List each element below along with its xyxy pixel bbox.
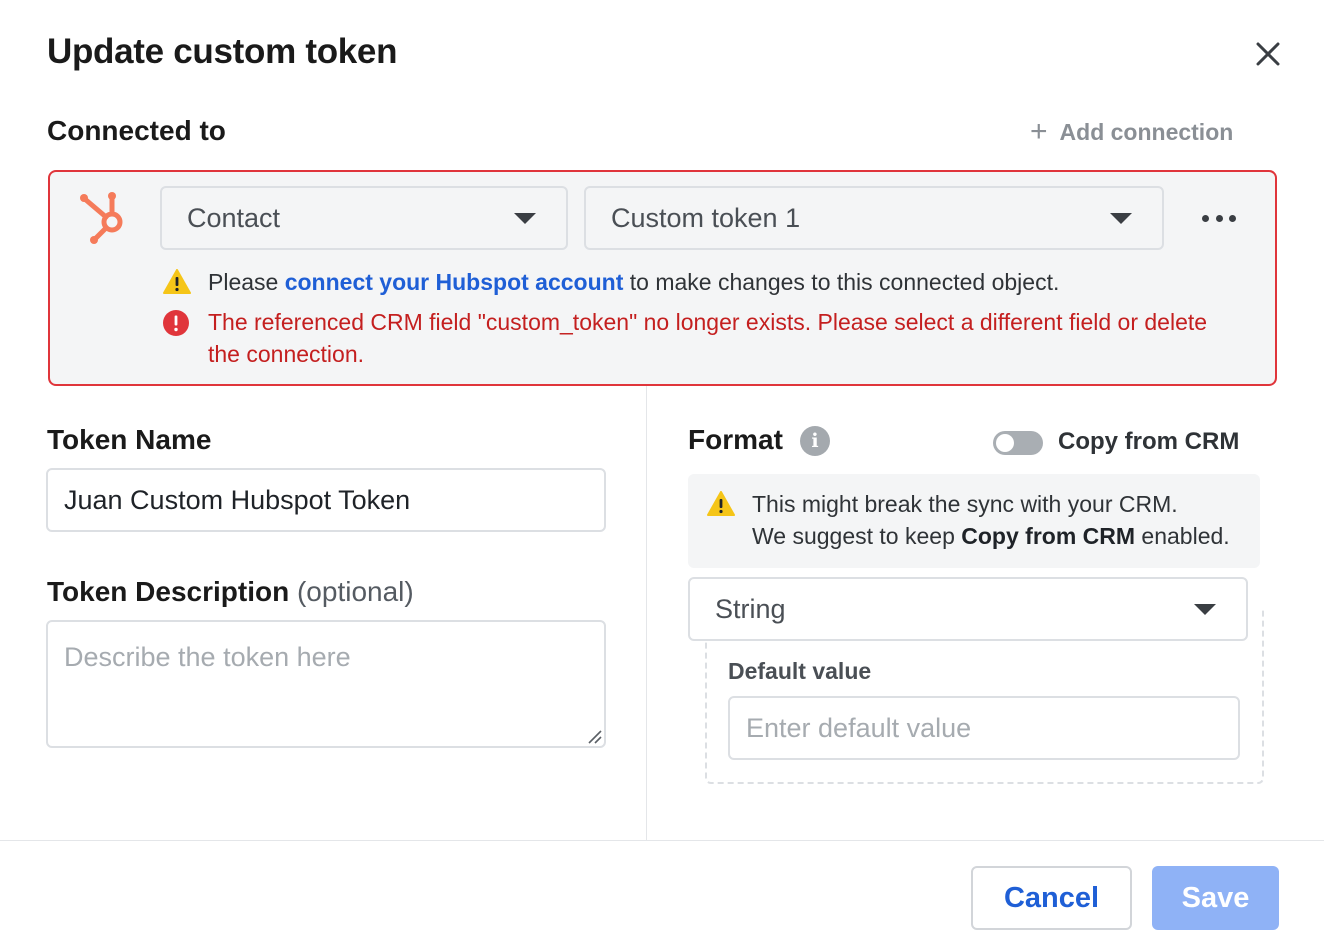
warning-triangle-icon bbox=[163, 269, 191, 294]
default-value-input[interactable]: Enter default value bbox=[728, 696, 1240, 760]
missing-field-error: The referenced CRM field "custom_token" … bbox=[208, 309, 1208, 367]
chevron-down-icon bbox=[1194, 604, 1216, 615]
hubspot-logo-icon bbox=[80, 192, 123, 244]
format-type-value: String bbox=[715, 593, 786, 624]
cancel-button[interactable]: Cancel bbox=[971, 866, 1132, 930]
token-description-textarea[interactable]: Describe the token here bbox=[46, 620, 606, 748]
optional-hint: (optional) bbox=[296, 576, 414, 607]
column-divider bbox=[646, 386, 647, 840]
token-name-label: Token Name bbox=[47, 424, 212, 455]
warning-suffix: to make changes to this connected object… bbox=[623, 269, 1060, 295]
format-type-select[interactable]: String bbox=[688, 577, 1248, 641]
plus-icon: + bbox=[1030, 115, 1048, 148]
chevron-down-icon bbox=[1110, 213, 1132, 224]
format-warning-line2-suffix: enabled. bbox=[1135, 523, 1230, 549]
save-button[interactable]: Save bbox=[1152, 866, 1279, 930]
more-horizontal-icon[interactable] bbox=[1198, 203, 1240, 233]
format-warning-text: This might break the sync with your CRM.… bbox=[752, 488, 1230, 552]
token-description-label-text: Token Description bbox=[47, 576, 290, 607]
copy-from-crm-toggle[interactable] bbox=[993, 431, 1043, 455]
error-circle-icon bbox=[163, 310, 189, 336]
warning-triangle-icon bbox=[707, 491, 735, 516]
warning-prefix: Please bbox=[208, 269, 285, 295]
dialog-title: Update custom token bbox=[47, 32, 398, 71]
object-select-value: Contact bbox=[187, 202, 281, 233]
add-connection-label: Add connection bbox=[1059, 118, 1234, 145]
close-icon[interactable] bbox=[1250, 36, 1286, 72]
resize-grip-icon[interactable] bbox=[586, 728, 602, 744]
format-label: Format bbox=[688, 424, 783, 455]
field-select-value: Custom token 1 bbox=[611, 202, 801, 233]
field-select[interactable]: Custom token 1 bbox=[584, 186, 1164, 250]
chevron-down-icon bbox=[514, 213, 536, 224]
format-warning-line2-prefix: We suggest to keep bbox=[752, 523, 962, 549]
format-warning-line2: We suggest to keep Copy from CRM enabled… bbox=[752, 520, 1230, 552]
token-description-label: Token Description (optional) bbox=[47, 576, 414, 608]
footer-divider bbox=[0, 840, 1324, 841]
object-select[interactable]: Contact bbox=[160, 186, 568, 250]
token-name-input[interactable]: Juan Custom Hubspot Token bbox=[46, 468, 606, 532]
connect-account-warning: Please connect your Hubspot account to m… bbox=[208, 266, 1059, 298]
info-icon[interactable]: i bbox=[800, 426, 830, 456]
format-warning-line1: This might break the sync with your CRM. bbox=[752, 491, 1178, 517]
format-warning-line2-bold: Copy from CRM bbox=[961, 523, 1136, 549]
default-value-label: Default value bbox=[728, 658, 872, 684]
add-connection-button[interactable]: + Add connection bbox=[1030, 117, 1233, 147]
connected-to-label: Connected to bbox=[47, 115, 226, 146]
copy-from-crm-label: Copy from CRM bbox=[1058, 428, 1240, 455]
connect-hubspot-link[interactable]: connect your Hubspot account bbox=[285, 269, 624, 295]
